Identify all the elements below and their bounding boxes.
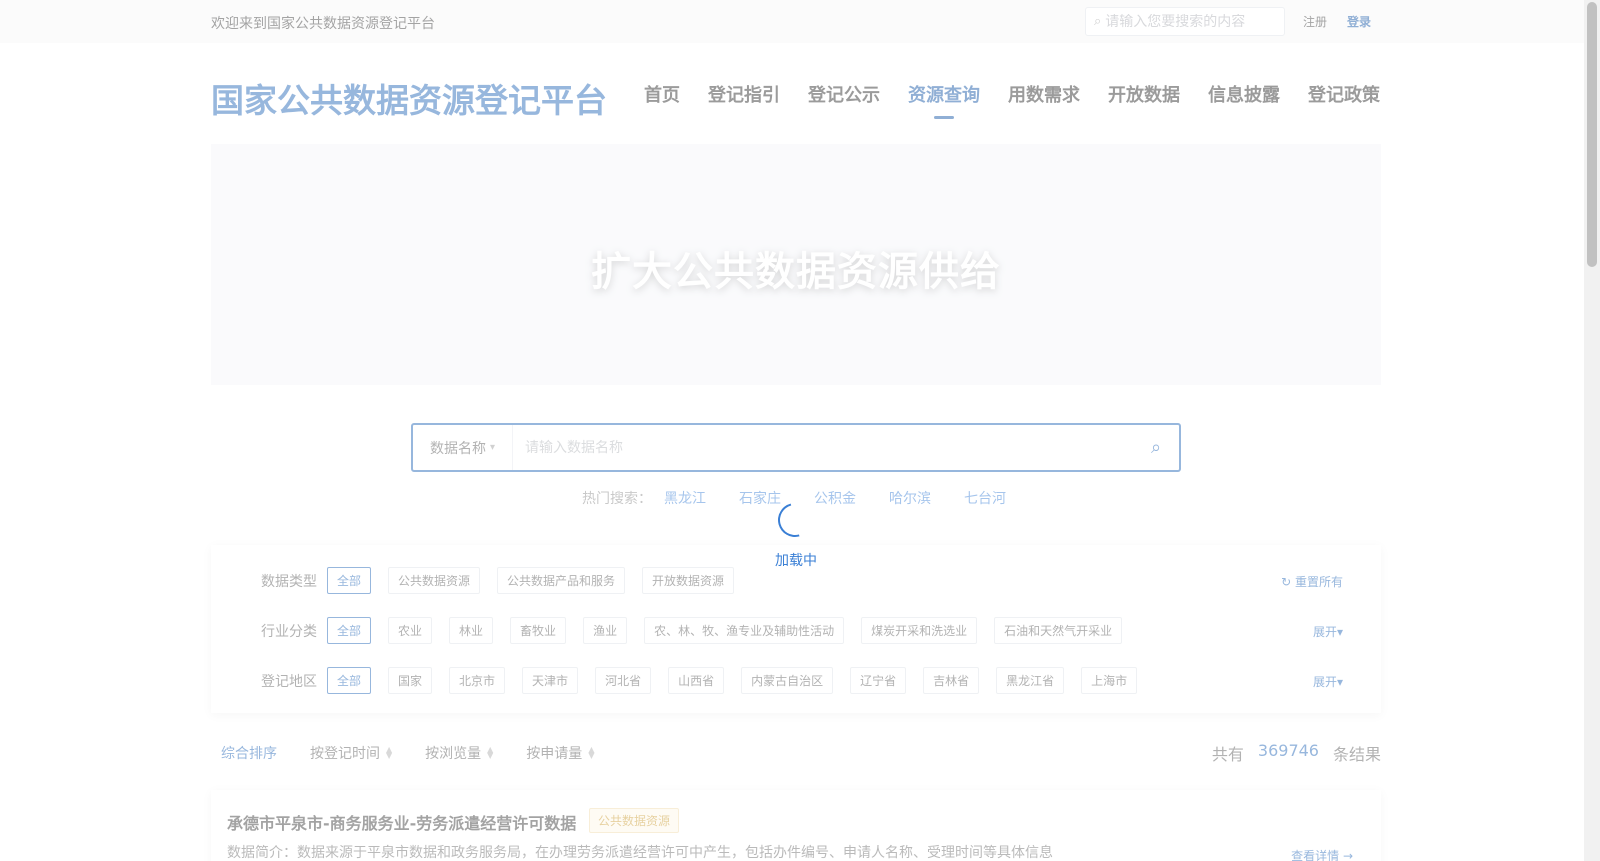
- top-bar: 欢迎来到国家公共数据资源登记平台 ⌕ 注册 登录: [0, 0, 1584, 43]
- register-link[interactable]: 注册: [1303, 13, 1327, 30]
- expand-label: 展开: [1312, 625, 1337, 639]
- filter-tag[interactable]: 黑龙江省: [996, 667, 1065, 694]
- sort-comprehensive[interactable]: 综合排序: [221, 743, 277, 763]
- scrollbar-thumb[interactable]: [1587, 2, 1597, 267]
- filter-tag[interactable]: 河北省: [595, 667, 652, 694]
- sort-label: 按申请量: [526, 746, 583, 762]
- reset-all-label: 重置所有: [1294, 575, 1343, 589]
- filter-tag[interactable]: 全部: [327, 617, 372, 644]
- chevron-down-icon: ▾: [489, 442, 496, 453]
- sort-bar: 综合排序 按登记时间 ▲ ▼ 按浏览量 ▲ ▼ 按申请量 ▲ ▼: [221, 743, 627, 763]
- nav-item-policy[interactable]: 登记政策: [1308, 81, 1380, 107]
- hot-search: 热门搜索： 黑龙江 石家庄 公积金 哈尔滨 七台河: [582, 488, 1039, 508]
- view-details-link[interactable]: 查看详情 →: [1291, 847, 1353, 861]
- banner-title: 扩大公共数据资源供给: [591, 249, 1001, 295]
- result-type-badge: 公共数据资源: [589, 808, 680, 833]
- hot-keyword[interactable]: 公积金: [814, 488, 856, 508]
- filter-tag[interactable]: 全部: [327, 667, 372, 694]
- site-logo[interactable]: 国家公共数据资源登记平台: [211, 74, 607, 122]
- sort-by-applications[interactable]: 按申请量 ▲ ▼: [526, 743, 594, 763]
- sort-label: 综合排序: [221, 746, 277, 762]
- site-search-input[interactable]: [1105, 13, 1276, 30]
- nav-item-resource-query[interactable]: 资源查询: [908, 81, 980, 107]
- filter-tag[interactable]: 渔业: [583, 617, 628, 644]
- filter-tag[interactable]: 上海市: [1081, 667, 1138, 694]
- hot-keyword[interactable]: 石家庄: [739, 488, 781, 508]
- filter-tag[interactable]: 公共数据产品和服务: [497, 567, 626, 594]
- nav-item-disclosure[interactable]: 信息披露: [1208, 81, 1280, 107]
- search-icon: ⌕: [1150, 437, 1162, 458]
- filter-tag[interactable]: 公共数据资源: [388, 567, 481, 594]
- sort-by-views[interactable]: 按浏览量 ▲ ▼: [425, 743, 493, 763]
- banner: 扩大公共数据资源供给: [211, 144, 1381, 385]
- filter-tag[interactable]: 辽宁省: [850, 667, 907, 694]
- sort-label: 按登记时间: [310, 746, 380, 762]
- filter-tag[interactable]: 农业: [388, 617, 433, 644]
- search-icon: ⌕: [1094, 14, 1102, 29]
- nav-item-publicity[interactable]: 登记公示: [808, 81, 880, 107]
- filter-tag[interactable]: 内蒙古自治区: [741, 667, 834, 694]
- nav-item-open-data[interactable]: 开放数据: [1108, 81, 1180, 107]
- main-nav: 首页 登记指引 登记公示 资源查询 用数需求 开放数据 信息披露 登记政策: [644, 81, 1380, 107]
- filter-tag[interactable]: 煤炭开采和洗选业: [861, 617, 978, 644]
- filter-label: 登记地区: [261, 673, 317, 690]
- filter-tag[interactable]: 天津市: [522, 667, 579, 694]
- site-search-box[interactable]: ⌕: [1085, 7, 1285, 36]
- filter-tag[interactable]: 开放数据资源: [642, 567, 735, 594]
- search-field-select[interactable]: 数据名称 ▾: [413, 425, 513, 470]
- filter-tag[interactable]: 北京市: [449, 667, 506, 694]
- nav-item-demand[interactable]: 用数需求: [1008, 81, 1080, 107]
- page-scrollbar[interactable]: [1584, 0, 1600, 861]
- arrow-right-icon: →: [1342, 849, 1353, 861]
- login-link[interactable]: 登录: [1347, 13, 1371, 30]
- filter-panel: 数据类型 全部 公共数据资源 公共数据产品和服务 开放数据资源 ↻ 重置所有 行…: [211, 545, 1381, 713]
- reset-all-button[interactable]: ↻ 重置所有: [1281, 573, 1343, 590]
- filter-tag[interactable]: 山西省: [668, 667, 725, 694]
- total-prefix: 共有: [1211, 745, 1244, 764]
- expand-industry-button[interactable]: 展开▾: [1313, 623, 1343, 640]
- filter-tag[interactable]: 畜牧业: [510, 617, 567, 644]
- filter-tag[interactable]: 国家: [388, 667, 433, 694]
- sort-arrows-icon: ▲ ▼: [588, 745, 595, 760]
- result-card[interactable]: 承德市平泉市-商务服务业-劳务派遣经营许可数据 公共数据资源 数据简介：数据来源…: [211, 790, 1381, 861]
- data-search-bar: 数据名称 ▾ ⌕: [411, 423, 1181, 472]
- sort-arrows-icon: ▲ ▼: [386, 745, 393, 760]
- total-suffix: 条结果: [1332, 745, 1381, 764]
- nav-item-guide[interactable]: 登记指引: [708, 81, 780, 107]
- refresh-icon: ↻: [1281, 575, 1292, 589]
- chevron-down-icon: ▾: [1336, 625, 1343, 639]
- filter-tag[interactable]: 林业: [449, 617, 494, 644]
- search-button[interactable]: ⌕: [1133, 425, 1179, 470]
- filter-row-region: 登记地区 全部 国家 北京市 天津市 河北省 山西省 内蒙古自治区 辽宁省 吉林…: [261, 667, 1154, 694]
- filter-label: 行业分类: [261, 623, 317, 640]
- hot-keyword[interactable]: 哈尔滨: [889, 488, 931, 508]
- view-details-label: 查看详情: [1291, 849, 1340, 861]
- filter-tag[interactable]: 石油和天然气开采业: [994, 617, 1123, 644]
- filter-row-data-type: 数据类型 全部 公共数据资源 公共数据产品和服务 开放数据资源: [261, 567, 751, 594]
- sort-by-time[interactable]: 按登记时间 ▲ ▼: [310, 743, 392, 763]
- expand-region-button[interactable]: 展开▾: [1313, 673, 1343, 690]
- hot-keyword[interactable]: 七台河: [964, 488, 1006, 508]
- filter-row-industry: 行业分类 全部 农业 林业 畜牧业 渔业 农、林、牧、渔专业及辅助性活动 煤炭开…: [261, 617, 1139, 644]
- total-count: 369746: [1257, 741, 1319, 760]
- result-description: 数据简介：数据来源于平泉市数据和政务服务局，在办理劳务派遣经营许可中产生，包括办…: [227, 845, 1053, 861]
- sort-label: 按浏览量: [425, 746, 482, 762]
- data-name-input[interactable]: [513, 425, 1133, 470]
- filter-label: 数据类型: [261, 573, 317, 590]
- expand-label: 展开: [1312, 675, 1337, 689]
- filter-tag[interactable]: 农、林、牧、渔专业及辅助性活动: [644, 617, 845, 644]
- chevron-down-icon: ▾: [1336, 675, 1343, 689]
- welcome-text: 欢迎来到国家公共数据资源登记平台: [211, 16, 435, 32]
- loading-text: 加载中: [775, 553, 817, 569]
- result-total: 共有 369746 条结果: [1212, 741, 1381, 765]
- nav-item-home[interactable]: 首页: [644, 81, 680, 107]
- filter-tag[interactable]: 吉林省: [923, 667, 980, 694]
- hot-keyword[interactable]: 黑龙江: [664, 488, 706, 508]
- filter-tag[interactable]: 全部: [327, 567, 372, 594]
- hot-search-label: 热门搜索：: [582, 491, 652, 507]
- result-title[interactable]: 承德市平泉市-商务服务业-劳务派遣经营许可数据: [227, 810, 576, 834]
- sort-arrows-icon: ▲ ▼: [487, 745, 494, 760]
- search-field-label: 数据名称: [429, 440, 486, 457]
